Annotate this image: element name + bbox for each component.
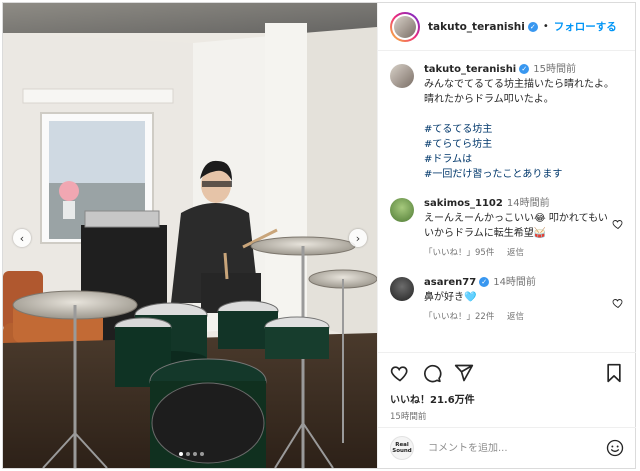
- comment-likes[interactable]: 「いいね！」95件: [424, 248, 494, 258]
- comment-body: asaren77 ✓ 14時間前 鼻が好き🩵 「いいね！」22件 返信: [424, 275, 614, 325]
- caption-time[interactable]: 15時間前: [533, 64, 576, 75]
- caption-line: 晴れたからドラム叩いたよ。: [424, 94, 554, 105]
- chevron-left-icon: ‹: [19, 231, 25, 245]
- caption-avatar[interactable]: [390, 64, 414, 88]
- comment-input[interactable]: [428, 442, 606, 454]
- share-icon[interactable]: [454, 363, 474, 383]
- post-actions: いいね！21.6万件 15時間前: [378, 352, 636, 422]
- comment-item: sakimos_1102 14時間前 えーんえーんかっこいい😂 叩かれてもいいから…: [390, 196, 624, 261]
- header-separator: •: [542, 21, 549, 32]
- reply-button[interactable]: 返信: [507, 248, 524, 258]
- photo-scene: [3, 3, 377, 468]
- post-side-panel: takuto_teranishi ✓ • フォローする takuto_teran…: [377, 3, 636, 468]
- post-timestamp[interactable]: 15時間前: [390, 410, 624, 422]
- carousel-indicator: [179, 452, 204, 456]
- comment-time[interactable]: 14時間前: [493, 277, 536, 288]
- comment-username[interactable]: sakimos_1102: [424, 198, 503, 209]
- heart-icon[interactable]: [390, 363, 410, 383]
- comment-list: takuto_teranishi ✓ 15時間前 みんなでてるてる坊主描いたら晴れた…: [378, 52, 636, 342]
- comment-username[interactable]: asaren77: [424, 277, 476, 288]
- action-icon-row: [390, 361, 624, 385]
- comment-text: 鼻が好き🩵: [424, 292, 477, 303]
- realsound-logo: Real Sound: [390, 436, 414, 460]
- comment-text: えーんえーんかっこいい😂 叩かれてもいいからドラムに転生希望🥁: [424, 213, 608, 239]
- author-avatar[interactable]: [390, 11, 420, 42]
- heart-icon[interactable]: [612, 297, 624, 309]
- caption-username[interactable]: takuto_teranishi: [424, 64, 516, 75]
- reply-button[interactable]: 返信: [507, 312, 524, 322]
- hashtag-link[interactable]: #ドラムは: [424, 152, 614, 167]
- add-comment-bar: Real Sound: [378, 427, 636, 468]
- carousel-dot: [200, 452, 204, 456]
- comment-time[interactable]: 14時間前: [507, 198, 550, 209]
- heart-icon[interactable]: [612, 218, 624, 230]
- comment-body: sakimos_1102 14時間前 えーんえーんかっこいい😂 叩かれてもいいから…: [424, 196, 614, 261]
- author-username[interactable]: takuto_teranishi: [428, 21, 525, 33]
- bookmark-icon[interactable]: [604, 363, 624, 383]
- hashtag-link[interactable]: #一回だけ習ったことあります: [424, 167, 614, 182]
- comment-icon[interactable]: [422, 363, 442, 383]
- caption: takuto_teranishi ✓ 15時間前 みんなでてるてる坊主描いたら晴れた…: [390, 62, 624, 182]
- avatar: [394, 15, 416, 38]
- verified-icon: ✓: [519, 64, 530, 74]
- hashtag-link[interactable]: #てるてる坊主: [424, 122, 614, 137]
- verified-icon: ✓: [479, 277, 490, 287]
- comment-avatar[interactable]: [390, 277, 414, 301]
- follow-button[interactable]: フォローする: [554, 19, 617, 34]
- caption-body: takuto_teranishi ✓ 15時間前 みんなでてるてる坊主描いたら晴れた…: [424, 62, 614, 182]
- comment-item: asaren77 ✓ 14時間前 鼻が好き🩵 「いいね！」22件 返信: [390, 275, 624, 325]
- carousel-dot: [186, 452, 190, 456]
- post-dialog: ‹ › takuto_teranishi ✓ • フォローする takuto_t…: [2, 2, 636, 469]
- comment-likes[interactable]: 「いいね！」22件: [424, 312, 494, 322]
- likes-count[interactable]: いいね！21.6万件: [390, 391, 624, 406]
- verified-icon: ✓: [527, 21, 538, 32]
- hashtag-link[interactable]: #てらてら坊主: [424, 137, 614, 152]
- post-photo: ‹ ›: [3, 3, 377, 468]
- caption-line: みんなでてるてる坊主描いたら晴れたよ。: [424, 79, 614, 90]
- carousel-dot: [193, 452, 197, 456]
- chevron-right-icon: ›: [355, 231, 361, 245]
- carousel-prev-button[interactable]: ‹: [13, 229, 31, 247]
- carousel-next-button[interactable]: ›: [349, 229, 367, 247]
- carousel-dot: [179, 452, 183, 456]
- comment-avatar[interactable]: [390, 198, 414, 222]
- comment-meta: 「いいね！」95件 返信: [424, 246, 614, 261]
- post-header: takuto_teranishi ✓ • フォローする: [378, 3, 635, 51]
- comment-meta: 「いいね！」22件 返信: [424, 310, 614, 325]
- emoji-icon[interactable]: [606, 439, 624, 457]
